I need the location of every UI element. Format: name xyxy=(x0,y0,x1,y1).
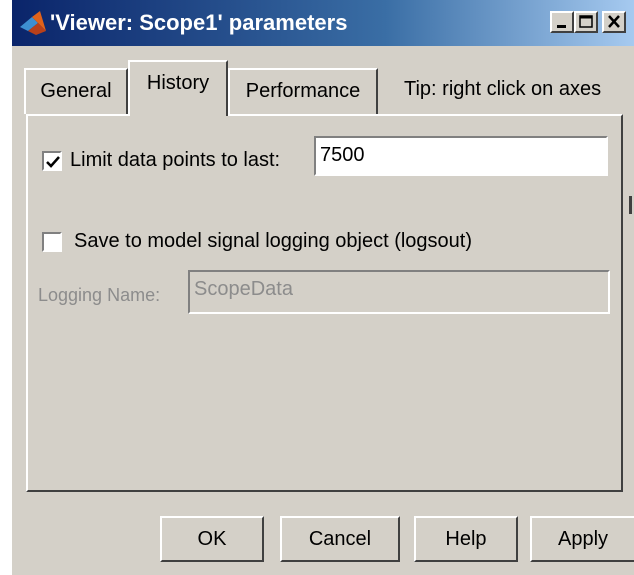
maximize-button[interactable] xyxy=(574,11,598,33)
tab-general-label: General xyxy=(40,80,112,102)
tab-performance[interactable]: Performance xyxy=(228,68,378,114)
minimize-button[interactable] xyxy=(550,11,574,33)
cancel-button[interactable]: Cancel xyxy=(280,516,400,562)
close-button[interactable] xyxy=(602,11,626,33)
checkmark-icon xyxy=(46,156,60,168)
save-logsout-checkbox[interactable] xyxy=(42,232,62,252)
tip-text: Tip: right click on axes xyxy=(404,78,602,100)
limit-data-label: Limit data points to last: xyxy=(70,149,281,171)
maximize-icon xyxy=(579,15,593,28)
panel-edge-mark xyxy=(629,196,632,214)
window-title: 'Viewer: Scope1' parameters xyxy=(50,10,348,35)
close-icon xyxy=(608,15,620,28)
tab-general[interactable]: General xyxy=(24,68,128,114)
minimize-icon xyxy=(557,25,566,28)
tab-history[interactable]: History xyxy=(128,60,228,116)
ok-button[interactable]: OK xyxy=(160,516,264,562)
dialog-window: 'Viewer: Scope1' parameters General Hist… xyxy=(12,0,634,575)
tab-performance-label: Performance xyxy=(245,80,361,102)
logging-name-label: Logging Name: xyxy=(38,285,161,305)
help-button[interactable]: Help xyxy=(414,516,518,562)
tab-history-label: History xyxy=(146,72,210,94)
title-bar[interactable]: 'Viewer: Scope1' parameters xyxy=(12,0,634,46)
logging-name-input[interactable]: ScopeData xyxy=(188,270,610,314)
apply-button[interactable]: Apply xyxy=(530,516,634,562)
limit-data-checkbox[interactable] xyxy=(42,151,62,171)
save-logsout-label: Save to model signal logging object (log… xyxy=(74,230,473,252)
limit-data-input[interactable]: 7500 xyxy=(314,136,608,176)
matlab-logo-icon xyxy=(20,11,46,35)
